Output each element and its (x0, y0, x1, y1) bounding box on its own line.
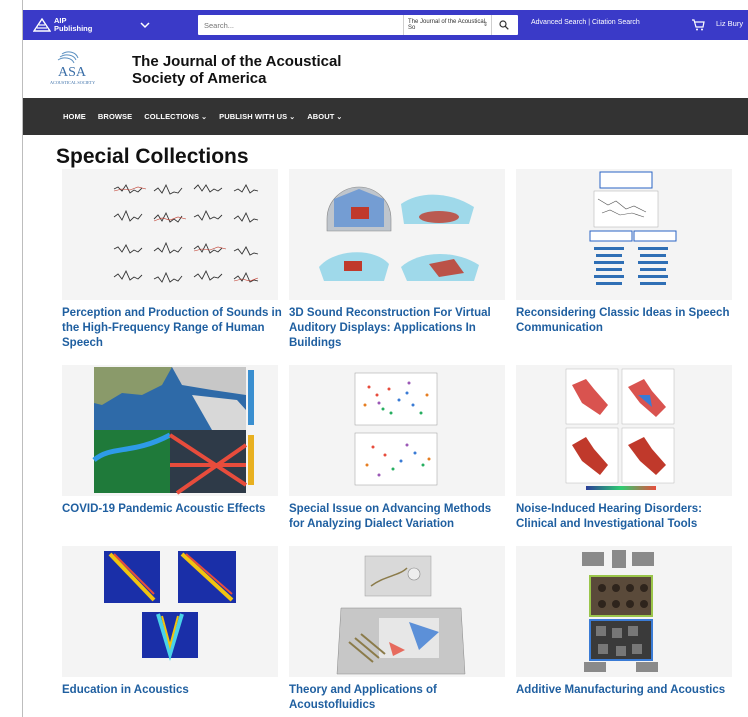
advanced-search-link[interactable]: Advanced Search | Citation Search (531, 19, 640, 26)
collection-title-link[interactable]: Education in Acoustics (62, 683, 282, 698)
svg-text:ASA: ASA (58, 65, 87, 80)
chevron-down-icon: ⌄ (289, 114, 296, 121)
journal-title-line2: Society of America (132, 70, 267, 87)
nav-about-label: ABOUT (307, 112, 335, 121)
aip-publishing-logo[interactable]: AIP Publishing (33, 17, 111, 33)
search-input[interactable] (198, 16, 403, 34)
main-nav: HOME BROWSE COLLECTIONS ⌄ PUBLISH WITH US… (23, 98, 748, 135)
search-button[interactable] (491, 15, 515, 35)
select-arrows-icon: ⇕ (482, 22, 488, 28)
collection-thumbnail[interactable] (289, 365, 505, 496)
collection-title-link[interactable]: Reconsidering Classic Ideas in Speech Co… (516, 306, 736, 336)
search-bar: The Journal of the Acoustical So ⇕ (198, 15, 518, 35)
nav-about[interactable]: ABOUT ⌄ (307, 112, 342, 121)
publisher-topbar: AIP Publishing The Journal of the Acoust… (23, 10, 748, 40)
aip-logo-icon (33, 18, 51, 32)
collection-title-link[interactable]: Theory and Applications of Acoustofluidi… (289, 683, 509, 713)
collection-thumbnail[interactable] (516, 365, 732, 496)
collection-thumbnail[interactable] (62, 169, 278, 300)
chevron-down-icon: ⌄ (201, 114, 208, 121)
collection-thumbnail[interactable] (289, 169, 505, 300)
journal-title-line1: The Journal of the Acoustical (132, 53, 342, 70)
chevron-down-icon: ⌄ (336, 114, 343, 121)
asa-logo[interactable]: ASA ACOUSTICAL SOCIETY (50, 50, 106, 88)
cart-icon[interactable] (691, 18, 705, 32)
collection-title-link[interactable]: COVID-19 Pandemic Acoustic Effects (62, 502, 282, 517)
aip-logo-line2: Publishing (54, 24, 93, 33)
browser-page: AIP Publishing The Journal of the Acoust… (0, 0, 748, 717)
collection-thumbnail[interactable] (62, 365, 278, 496)
chevron-down-icon[interactable] (139, 19, 151, 31)
journal-title[interactable]: The Journal of the Acoustical Society of… (132, 53, 341, 87)
aip-logo-text: AIP Publishing (54, 17, 92, 33)
nav-publish[interactable]: PUBLISH WITH US ⌄ (219, 112, 295, 121)
collection-title-link[interactable]: Perception and Production of Sounds in t… (62, 306, 282, 351)
search-scope-select[interactable]: The Journal of the Acoustical So ⇕ (403, 15, 491, 35)
collection-title-link[interactable]: Additive Manufacturing and Acoustics (516, 683, 736, 698)
collection-thumbnail[interactable] (289, 546, 505, 677)
nav-publish-label: PUBLISH WITH US (219, 112, 288, 121)
user-menu[interactable]: Liz Bury (716, 19, 743, 28)
svg-text:ACOUSTICAL SOCIETY: ACOUSTICAL SOCIETY (50, 80, 95, 85)
search-icon (498, 20, 509, 30)
search-scope-value: The Journal of the Acoustical So (408, 19, 486, 31)
journal-header: ASA ACOUSTICAL SOCIETY The Journal of th… (23, 40, 748, 98)
collection-thumbnail[interactable] (62, 546, 278, 677)
collection-thumbnail[interactable] (516, 546, 732, 677)
nav-collections-label: COLLECTIONS (144, 112, 200, 121)
nav-collections[interactable]: COLLECTIONS ⌄ (144, 112, 207, 121)
collection-title-link[interactable]: Special Issue on Advancing Methods for A… (289, 502, 509, 532)
collection-title-link[interactable]: 3D Sound Reconstruction For Virtual Audi… (289, 306, 509, 351)
collection-title-link[interactable]: Noise-Induced Hearing Disorders: Clinica… (516, 502, 736, 532)
nav-browse[interactable]: BROWSE (98, 112, 132, 121)
nav-home[interactable]: HOME (63, 112, 86, 121)
collection-thumbnail[interactable] (516, 169, 732, 300)
page-title: Special Collections (56, 145, 249, 168)
